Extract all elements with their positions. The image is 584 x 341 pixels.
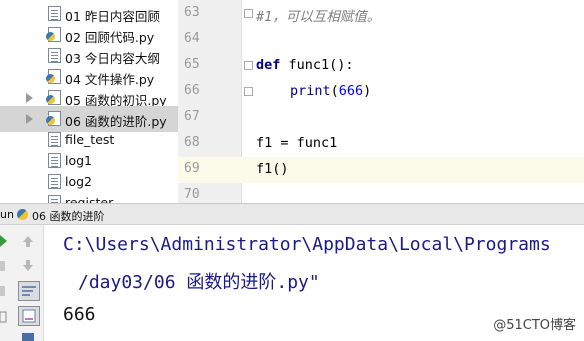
run-config-title[interactable]: 06 函数的进阶 — [32, 208, 105, 224]
tree-item-label: file_test — [65, 132, 115, 147]
expand-arrow-icon[interactable] — [26, 93, 33, 103]
fold-marker-icon[interactable] — [244, 9, 253, 18]
line-number: 69 — [184, 161, 200, 176]
scroll-down-arrow-icon[interactable] — [21, 259, 35, 273]
console-output-result: 666 — [63, 304, 96, 325]
python-file-icon — [46, 69, 61, 84]
run-tab-label[interactable]: un — [0, 208, 14, 221]
code-line-65: def func1(): — [256, 57, 354, 73]
text-file-icon — [48, 174, 61, 189]
number-literal: 666 — [338, 83, 364, 99]
line-number: 63 — [184, 5, 200, 20]
tree-item-label: log1 — [65, 153, 93, 168]
run-toolbar — [0, 225, 44, 341]
tree-item-label: register — [65, 195, 114, 203]
pause-icon[interactable] — [0, 285, 6, 297]
scroll-to-end-icon[interactable] — [18, 306, 40, 326]
tree-item-label: log2 — [65, 174, 93, 189]
code-line-69: f1() — [256, 161, 289, 177]
project-tree: 01 昨日内容回顾 02 回顾代码.py 03 今日内容大纲 04 文件操作.p… — [0, 0, 178, 203]
python-run-icon — [17, 209, 28, 220]
keyword-def: def — [256, 57, 281, 73]
watermark: @51CTO博客 — [493, 318, 576, 333]
python-file-icon — [46, 27, 61, 42]
python-file-icon — [46, 90, 61, 105]
fold-marker-icon[interactable] — [244, 61, 253, 70]
print-icon[interactable] — [21, 331, 35, 341]
code-line-66: print(666) — [290, 83, 371, 99]
code-text: func1(): — [280, 57, 354, 73]
line-number: 68 — [184, 135, 200, 150]
builtin-print: print — [290, 83, 331, 99]
code-line-68: f1 = func1 — [256, 135, 338, 151]
python-file-icon — [46, 111, 61, 126]
text-file-icon — [48, 153, 61, 168]
paren-close: ) — [363, 83, 372, 99]
fold-marker-icon[interactable] — [244, 87, 253, 96]
current-line-highlight — [178, 157, 584, 183]
line-number: 64 — [184, 31, 200, 46]
rerun-icon[interactable] — [0, 235, 8, 247]
run-panel-header: un 06 函数的进阶 — [0, 203, 584, 225]
text-file-icon — [48, 48, 61, 63]
soft-wrap-icon[interactable] — [18, 281, 40, 301]
line-number: 66 — [184, 83, 200, 98]
code-line-63: #1，可以互相赋值。 — [256, 9, 381, 25]
text-file-icon — [48, 195, 61, 203]
scroll-up-arrow-icon[interactable] — [21, 234, 35, 248]
console-path-line-continued: /day03/06 函数的进阶.py" — [78, 272, 320, 293]
layout-icon[interactable] — [0, 311, 7, 323]
paren-open: ( — [330, 83, 339, 99]
tree-item-register[interactable]: register — [0, 190, 178, 203]
text-file-icon — [48, 6, 61, 21]
line-number: 67 — [184, 109, 200, 124]
stop-icon[interactable] — [0, 260, 6, 272]
text-file-icon — [48, 132, 61, 147]
line-number: 65 — [184, 57, 200, 72]
expand-arrow-icon[interactable] — [26, 114, 33, 124]
console-path-line: C:\Users\Administrator\AppData\Local\Pro… — [63, 234, 551, 255]
line-number: 70 — [184, 187, 200, 202]
